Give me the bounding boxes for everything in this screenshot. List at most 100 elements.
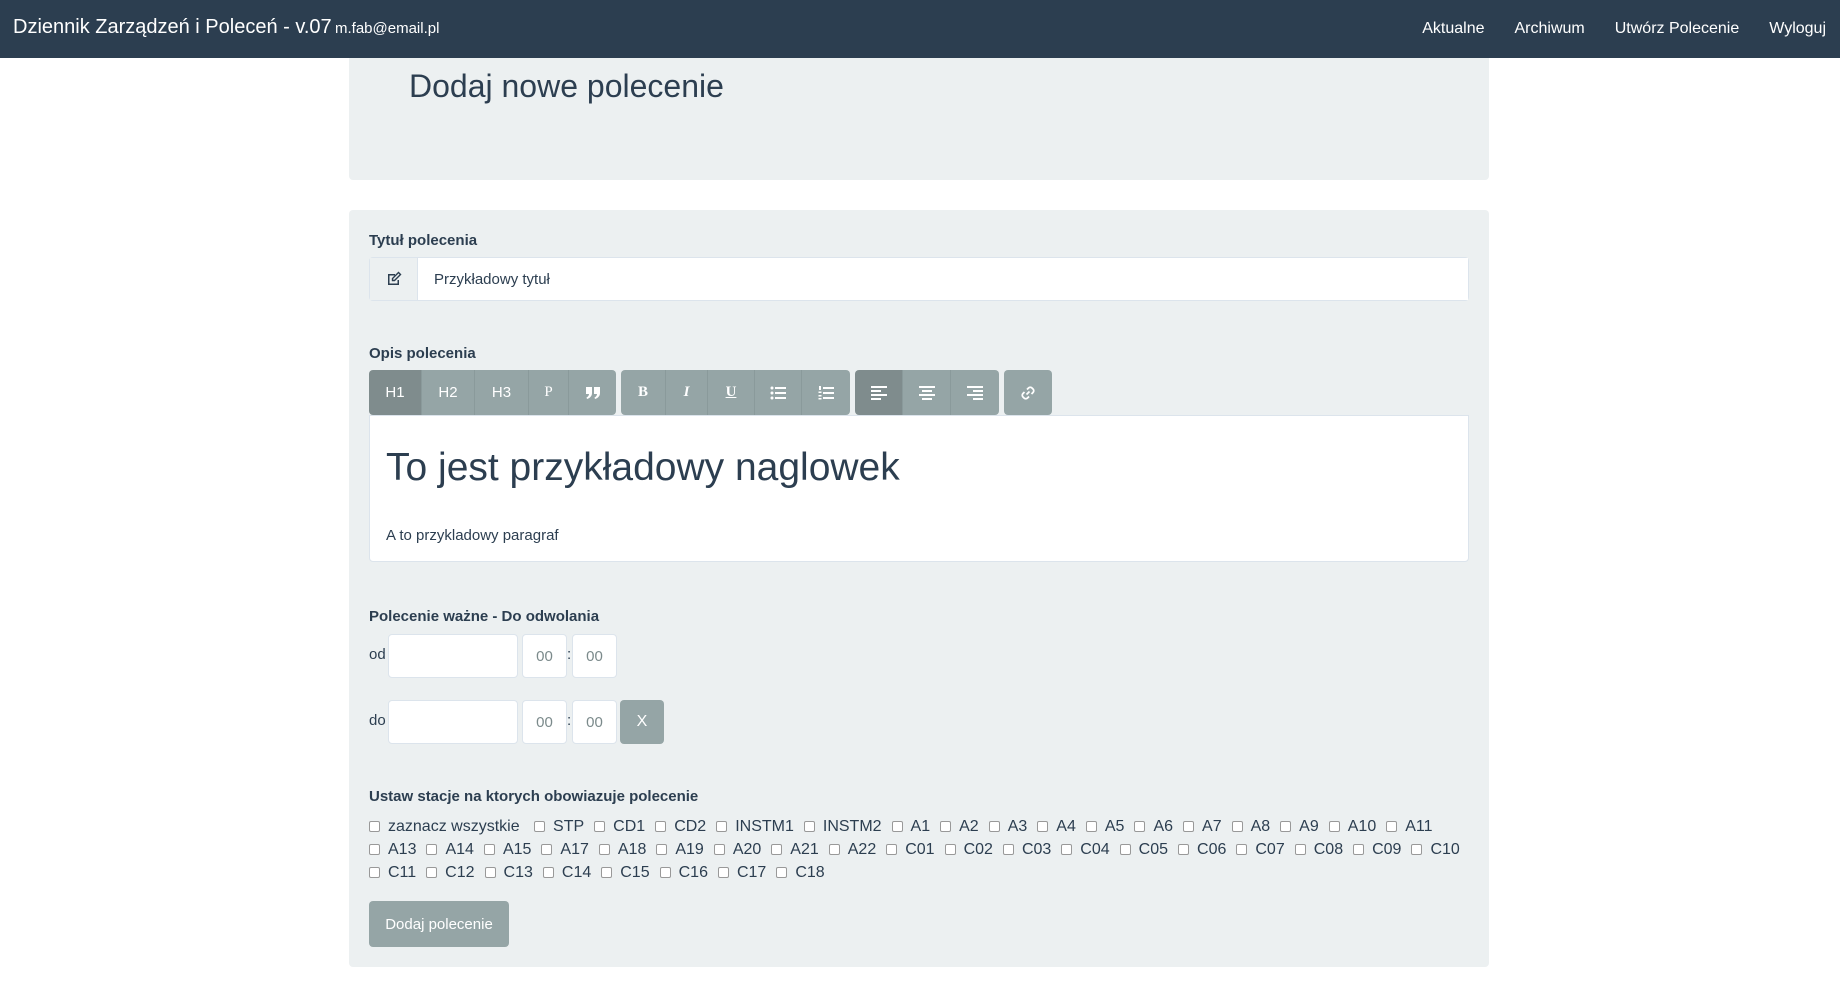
station-checkbox[interactable] [1353, 844, 1365, 855]
station-checkbox[interactable] [484, 867, 496, 878]
station-checkbox[interactable] [803, 821, 815, 832]
italic-button[interactable]: I [666, 370, 708, 415]
station-checkbox-item: A21 [771, 838, 819, 861]
station-checkbox[interactable] [601, 867, 613, 878]
station-label: A22 [847, 841, 877, 858]
station-checkbox[interactable] [594, 821, 606, 832]
h2-button[interactable]: H2 [422, 370, 475, 415]
nav-link-aktualne[interactable]: Aktualne [1422, 20, 1484, 38]
submit-button[interactable]: Dodaj polecenie [369, 901, 509, 947]
align-left-button[interactable] [855, 370, 903, 415]
station-checkbox[interactable] [944, 844, 956, 855]
paragraph-button[interactable]: P [529, 370, 569, 415]
from-minute-input[interactable]: 00 [572, 634, 617, 678]
user-email[interactable]: m.fab@email.pl [335, 20, 439, 37]
station-checkbox[interactable] [1183, 821, 1195, 832]
station-checkbox[interactable] [717, 867, 729, 878]
station-checkbox-item: C17 [717, 861, 766, 884]
station-checkbox[interactable] [426, 844, 438, 855]
link-button[interactable] [1004, 370, 1052, 415]
numbered-list-button[interactable] [802, 370, 850, 415]
station-checkbox[interactable] [988, 821, 1000, 832]
station-label: C05 [1138, 841, 1169, 858]
station-checkbox[interactable] [713, 844, 725, 855]
align-center-button[interactable] [903, 370, 951, 415]
nav-link-wyloguj[interactable]: Wyloguj [1769, 20, 1826, 38]
station-checkbox[interactable] [1280, 821, 1292, 832]
station-checkbox[interactable] [776, 867, 788, 878]
select-all-checkbox[interactable] [369, 821, 380, 832]
station-checkbox-item: A10 [1328, 815, 1377, 838]
station-checkbox[interactable] [891, 821, 903, 832]
station-checkbox[interactable] [369, 844, 380, 855]
editor-toolbar: H1 H2 H3 P B I U [369, 370, 1057, 415]
page-title: Dodaj nowe polecenie [409, 68, 724, 104]
from-hour-input[interactable]: 00 [522, 634, 567, 678]
station-checkbox-item: C12 [426, 861, 475, 884]
station-checkbox[interactable] [1037, 821, 1049, 832]
station-checkbox[interactable] [828, 844, 840, 855]
station-checkbox[interactable] [656, 844, 668, 855]
station-checkbox-item: C18 [776, 861, 825, 884]
station-checkbox-item: C10 [1411, 838, 1460, 861]
station-checkbox[interactable] [541, 844, 553, 855]
station-checkbox[interactable] [1119, 844, 1131, 855]
station-checkbox-item: C06 [1178, 838, 1226, 861]
station-checkbox[interactable] [1328, 821, 1340, 832]
station-checkbox[interactable] [542, 867, 554, 878]
station-checkbox[interactable] [1002, 844, 1014, 855]
bullet-list-button[interactable] [755, 370, 802, 415]
station-checkbox[interactable] [940, 821, 952, 832]
clear-date-button[interactable]: X [620, 700, 664, 744]
station-checkbox-item: C13 [484, 861, 533, 884]
station-checkbox[interactable] [659, 867, 671, 878]
station-label: A5 [1104, 818, 1125, 835]
h3-button[interactable]: H3 [475, 370, 529, 415]
to-minute-input[interactable]: 00 [572, 700, 617, 744]
quote-button[interactable] [569, 370, 616, 415]
station-label: C16 [678, 864, 708, 881]
station-checkbox[interactable] [426, 867, 438, 878]
station-checkbox-item: A20 [713, 838, 761, 861]
station-checkbox[interactable] [598, 844, 610, 855]
quote-icon [585, 386, 600, 399]
station-checkbox-item: CD2 [655, 815, 706, 838]
station-checkbox-item: A22 [828, 838, 877, 861]
nav-link-utworz-polecenie[interactable]: Utwórz Polecenie [1615, 20, 1740, 38]
app-brand[interactable]: Dziennik Zarządzeń i Poleceń - v.07 [13, 16, 332, 39]
nav-link-archiwum[interactable]: Archiwum [1515, 20, 1585, 38]
align-right-button[interactable] [951, 370, 999, 415]
station-checkbox[interactable] [483, 844, 495, 855]
select-all-label: zaznacz wszystkie [388, 818, 520, 835]
station-checkbox[interactable] [1134, 821, 1146, 832]
station-checkbox[interactable] [716, 821, 728, 832]
station-checkbox[interactable] [1231, 821, 1243, 832]
station-label: C11 [388, 864, 417, 881]
station-checkbox[interactable] [1085, 821, 1097, 832]
station-checkbox[interactable] [1178, 844, 1190, 855]
to-hour-input[interactable]: 00 [522, 700, 567, 744]
station-checkbox[interactable] [771, 844, 783, 855]
bold-button[interactable]: B [621, 370, 666, 415]
from-date-input[interactable] [388, 634, 518, 678]
station-checkbox[interactable] [655, 821, 667, 832]
station-checkbox[interactable] [534, 821, 546, 832]
edit-icon [370, 258, 418, 300]
station-checkbox-item: A4 [1037, 815, 1076, 838]
h1-button[interactable]: H1 [369, 370, 422, 415]
station-checkbox[interactable] [886, 844, 898, 855]
station-checkbox[interactable] [1061, 844, 1073, 855]
underline-button[interactable]: U [708, 370, 755, 415]
station-label: A14 [445, 841, 474, 858]
title-input[interactable] [418, 258, 1468, 300]
station-checkbox[interactable] [1386, 821, 1398, 832]
station-checkbox[interactable] [1236, 844, 1248, 855]
from-time-separator: : [567, 646, 572, 663]
station-checkbox[interactable] [1294, 844, 1306, 855]
station-checkbox[interactable] [1411, 844, 1423, 855]
station-checkbox[interactable] [369, 867, 380, 878]
description-editor[interactable]: To jest przykładowy naglowek A to przykl… [369, 415, 1469, 562]
to-date-input[interactable] [388, 700, 518, 744]
link-icon [1021, 385, 1035, 400]
station-label: A10 [1347, 818, 1377, 835]
